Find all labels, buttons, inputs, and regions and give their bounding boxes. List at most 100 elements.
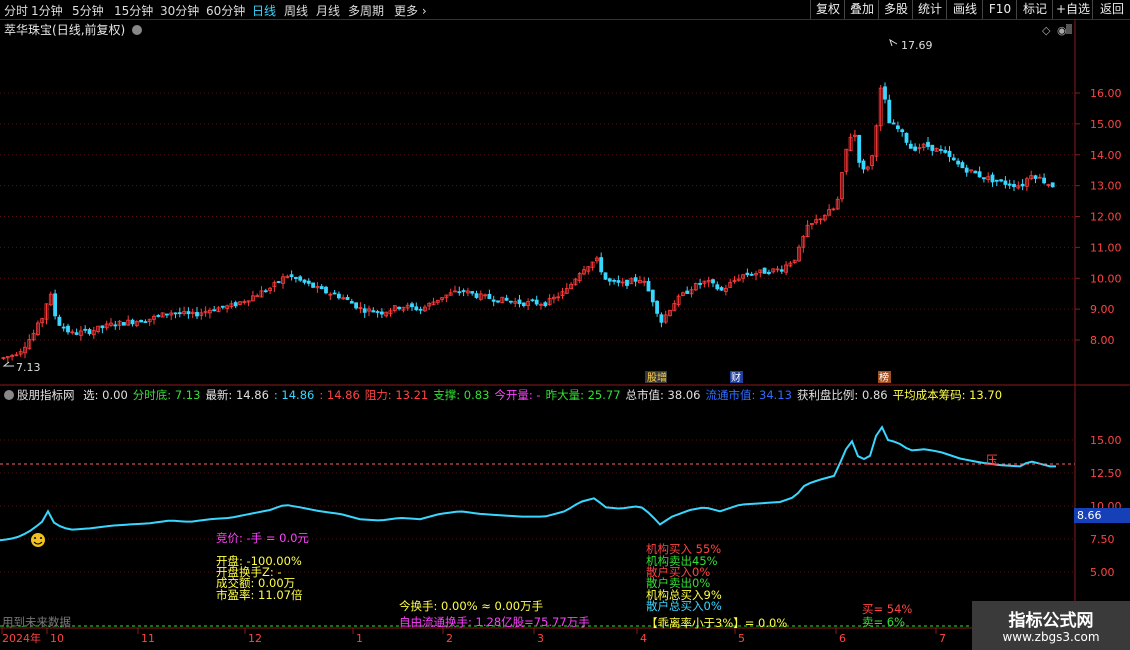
- candle-body: [414, 306, 419, 311]
- candle-body: [504, 297, 509, 301]
- candle-body: [994, 179, 999, 182]
- tag-2-label: 财: [731, 371, 741, 384]
- settings-circle-icon[interactable]: ◉: [1057, 24, 1067, 37]
- future-data-text: 用到未来数据: [2, 615, 71, 629]
- candle-body: [186, 311, 191, 315]
- indicator-item-11: 获利盘比例: 0.86: [796, 388, 888, 402]
- indicator-item-6: 支撑: 0.83: [433, 388, 490, 402]
- guaililv-text: 【乖离率小于3%】= 0.0%: [646, 616, 788, 630]
- main-grid: [0, 92, 1080, 341]
- candle-body: [715, 284, 720, 290]
- time-tick-label: 10: [50, 632, 64, 645]
- candle-body: [762, 267, 767, 274]
- scroll-handle[interactable]: [1066, 24, 1072, 34]
- candle-body: [130, 319, 135, 325]
- indicator-bar: 股朋指标网 选: 0.00 分时底: 7.13 最新: 14.86: 14.86: …: [4, 387, 1012, 403]
- price-axis: 16.00 15.00 14.00 13.00 12.00 11.00 10.00 9.00 8…: [1090, 87, 1122, 347]
- indicator-line: [0, 425, 1056, 542]
- candle-body: [220, 305, 225, 308]
- current-value-box: 8.66: [1074, 508, 1130, 523]
- sub-tick-label: 12.50: [1090, 467, 1122, 480]
- indicator-item-7: 今开量: -: [494, 388, 541, 402]
- candle-body: [607, 278, 612, 282]
- candle-body: [650, 289, 655, 303]
- candle-body: [156, 315, 161, 317]
- candle-body: [289, 274, 294, 277]
- candle-body: [625, 279, 629, 286]
- time-tick-label: 2024年: [2, 631, 41, 645]
- price-tick-label: 14.00: [1090, 149, 1122, 162]
- indicator-item-2: 最新: 14.86: [205, 388, 269, 402]
- low-price-label: 7.13: [16, 361, 41, 374]
- ya-label: 压: [986, 453, 998, 467]
- candle-body: [1012, 184, 1016, 188]
- candle-body: [173, 312, 178, 315]
- candle-body: [354, 302, 359, 309]
- candle-body: [982, 177, 986, 180]
- time-tick-label: 3: [537, 632, 544, 645]
- indicator-values: 选: 0.00 分时底: 7.13 最新: 14.86: 14.86: 14.86 阻…: [83, 388, 1007, 402]
- sub-tick-label: 15.00: [1090, 434, 1122, 447]
- indicator-item-12: 平均成本筹码: 13.70: [892, 388, 1003, 402]
- candle-body: [336, 293, 341, 299]
- candle-body: [711, 279, 715, 284]
- candle-body: [410, 303, 414, 308]
- candle-body: [311, 282, 316, 288]
- candle-body: [1033, 175, 1038, 179]
- candle-body: [66, 325, 70, 333]
- candle-body: [857, 134, 862, 163]
- candle-body: [891, 122, 896, 125]
- smiley-icon: [31, 533, 45, 547]
- candle-body: [1020, 183, 1025, 187]
- liutong-text: 自由流通换手: 1.28亿股=75.77万手: [399, 615, 590, 629]
- candle-body: [745, 272, 750, 276]
- candle-body: [487, 293, 492, 299]
- time-tick-label: 11: [141, 632, 155, 645]
- candle-body: [973, 170, 978, 174]
- candle-body: [474, 293, 479, 298]
- candle-body: [749, 273, 754, 276]
- candle-body: [418, 308, 423, 311]
- candle-body: [53, 293, 57, 317]
- candle-body: [57, 316, 62, 326]
- candle-body: [1050, 182, 1055, 188]
- candle-body: [896, 125, 900, 130]
- candle-body: [491, 299, 496, 302]
- candle-body: [457, 291, 462, 294]
- mai2-ratio-text: 卖= 6%: [862, 615, 906, 629]
- candle-body: [349, 301, 354, 304]
- candle-body: [517, 299, 522, 305]
- candle-body: [926, 141, 930, 147]
- sub-axis: 15.0012.5010.007.505.00: [1090, 434, 1122, 579]
- candle-body: [543, 302, 548, 307]
- candle-body: [345, 296, 350, 300]
- candle-body: [999, 179, 1003, 182]
- candle-body: [951, 157, 956, 161]
- candle-body: [883, 86, 887, 100]
- candle-body: [113, 324, 118, 327]
- diamond-icon[interactable]: ◇: [1042, 24, 1051, 37]
- candle-body: [74, 332, 79, 335]
- candle-body: [302, 279, 307, 283]
- tag-3-label: 榜: [879, 371, 889, 384]
- candle-body: [212, 309, 217, 312]
- time-tick-label: 6: [839, 632, 846, 645]
- indicator-menu-icon[interactable]: [4, 389, 14, 400]
- candle-body: [122, 322, 126, 326]
- candle-body: [61, 326, 66, 329]
- price-tick-label: 8.00: [1090, 334, 1115, 347]
- jingjia-text: 竞价: -手 = 0.0元: [216, 531, 309, 545]
- candle-body: [87, 329, 92, 335]
- high-marker-icon: [889, 38, 898, 47]
- indicator-item-8: 昨大量: 25.77: [545, 388, 621, 402]
- candle-body: [655, 300, 659, 314]
- kline-chart[interactable]: 16.0015.0014.0013.0012.0011.0010.009.008…: [0, 0, 1130, 650]
- indicator-name[interactable]: 股朋指标网: [17, 388, 75, 402]
- indicator-item-5: 阻力: 13.21: [364, 388, 429, 402]
- candle-body: [939, 149, 943, 151]
- candle-body: [616, 280, 621, 283]
- logo-title: 指标公式网: [1008, 611, 1094, 631]
- candle-body: [698, 282, 702, 285]
- candle-body: [977, 171, 982, 178]
- candle-body: [685, 290, 690, 294]
